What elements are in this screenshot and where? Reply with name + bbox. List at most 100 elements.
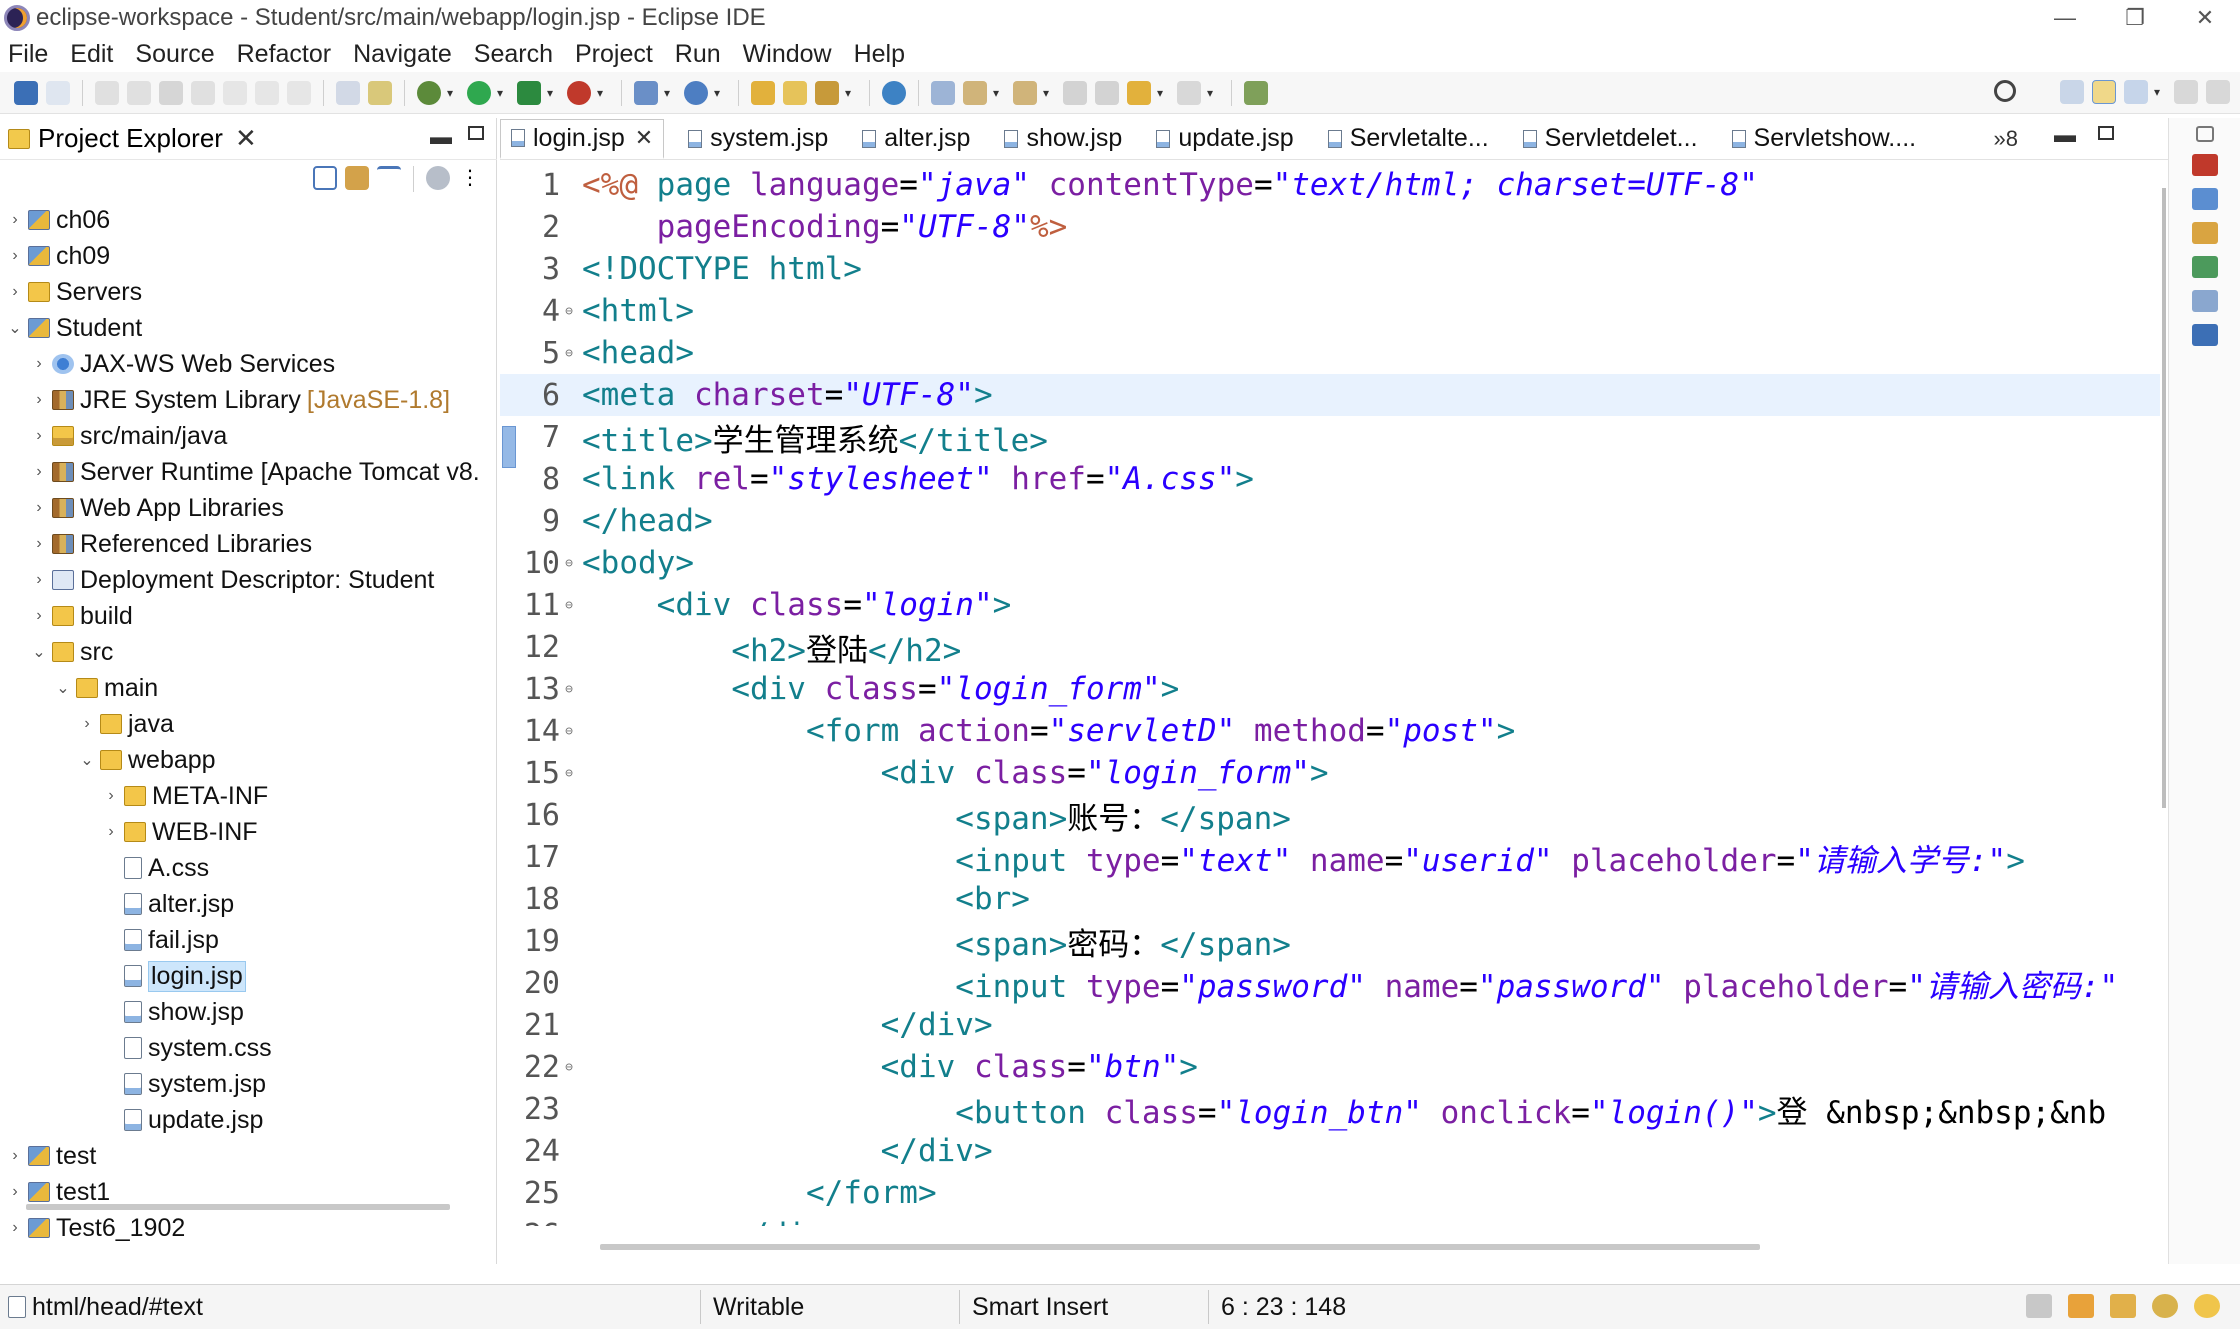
step-return-icon[interactable] [287,80,311,105]
browser-globe-icon[interactable] [882,80,906,105]
view-menu-icon[interactable]: ⋮ [458,166,482,190]
tree-item[interactable]: › Referenced Libraries [0,526,497,562]
minimize-editor-icon[interactable]: ▬ [2054,122,2076,148]
editor-tab[interactable]: login.jsp ✕ [500,118,665,159]
suspend-icon[interactable] [127,80,151,105]
editor-tab[interactable]: Servletdelet... [1513,119,1708,159]
tree-item[interactable]: › JAX-WS Web Services [0,346,497,382]
java-perspective-icon[interactable] [2124,80,2148,104]
tree-item[interactable]: update.jsp [0,1102,497,1138]
chevron-right-icon[interactable]: › [102,823,120,841]
palette-icon[interactable] [2191,222,2218,244]
tree-item[interactable]: › test [0,1138,497,1174]
fold-toggle-icon[interactable]: ⊖ [560,346,578,361]
minimize-view-icon[interactable]: ▬ [430,124,452,150]
fold-toggle-icon[interactable]: ⊖ [560,598,578,613]
new-server-dropdown-chevron-icon[interactable]: ▾ [662,81,672,105]
back-dropdown-chevron-icon[interactable]: ▾ [1155,81,1165,105]
fold-toggle-icon[interactable]: ⊖ [560,766,578,781]
code-line[interactable]: 17 <input type="text" name="userid" plac… [500,836,2160,879]
code-line[interactable]: 20 <input type="password" name="password… [500,962,2160,1005]
last-edit-location-icon[interactable] [1063,80,1087,105]
maximize-view-icon[interactable] [468,126,484,140]
chevron-right-icon[interactable]: › [6,1219,24,1237]
code-editor[interactable]: 1 <%@ page language="java" contentType="t… [500,164,2160,1226]
editor-horizontal-scrollbar[interactable] [600,1244,1760,1250]
focus-task-icon[interactable] [426,166,450,190]
progress-icon[interactable] [2152,1294,2178,1318]
code-line[interactable]: 5 ⊖ <head> [500,332,2160,374]
tree-item[interactable]: system.jsp [0,1066,497,1102]
tree-item[interactable]: login.jsp [0,958,497,994]
fold-toggle-icon[interactable]: ⊖ [560,1060,578,1075]
menu-project[interactable]: Project [575,40,653,69]
tree-item[interactable]: ⌄ src [0,634,497,670]
code-line[interactable]: 13 ⊖ <div class="login_form"> [500,668,2160,710]
code-line[interactable]: 1 <%@ page language="java" contentType="t… [500,164,2160,206]
notifications-icon[interactable] [2026,1294,2052,1318]
fold-toggle-icon[interactable]: ⊖ [560,724,578,739]
tree-item[interactable]: A.css [0,850,497,886]
code-line[interactable]: 9 </head> [500,500,2160,542]
tree-item[interactable]: › Deployment Descriptor: Student [0,562,497,598]
explorer-horizontal-scrollbar[interactable] [26,1204,450,1210]
menu-navigate[interactable]: Navigate [353,40,452,69]
editor-tab[interactable]: Servletshow.... [1722,119,1927,159]
code-line[interactable]: 24 </div> [500,1130,2160,1172]
tree-item[interactable]: ⌄ Student [0,310,497,346]
next-annotation-dropdown-chevron-icon[interactable]: ▾ [991,81,1001,105]
console-icon[interactable] [2191,324,2218,346]
menu-window[interactable]: Window [743,40,832,69]
step-into-icon[interactable] [223,80,247,105]
code-line[interactable]: 15 ⊖ <div class="login_form"> [500,752,2160,794]
chevron-down-icon[interactable]: ⌄ [54,678,72,698]
code-line[interactable]: 10 ⊖ <body> [500,542,2160,584]
new-web-service-icon[interactable] [684,80,708,105]
step-over-icon[interactable] [255,80,279,105]
next-edit-location-icon[interactable] [1095,80,1119,105]
restore-button[interactable]: ❐ [2100,0,2170,36]
tree-item[interactable]: ⌄ webapp [0,742,497,778]
open-perspective-icon[interactable] [2060,80,2084,104]
forward-arrow-icon[interactable] [1177,80,1201,105]
tab-overflow-button[interactable]: »8 [1994,126,2018,152]
editor-tab[interactable]: update.jsp [1146,119,1303,159]
debug-perspective-icon[interactable] [2174,80,2198,104]
tree-item[interactable]: › java [0,706,497,742]
tree-item[interactable]: › ch09 [0,238,497,274]
menu-edit[interactable]: Edit [70,40,113,69]
perspective-dropdown-chevron-icon[interactable]: ▾ [2152,80,2162,104]
menu-search[interactable]: Search [474,40,553,69]
search-icon[interactable] [1994,80,2016,102]
menu-help[interactable]: Help [854,40,905,69]
chevron-right-icon[interactable]: › [102,787,120,805]
forward-dropdown-chevron-icon[interactable]: ▾ [1205,81,1215,105]
search-pencil-icon[interactable] [815,80,839,105]
jee-perspective-icon[interactable] [2092,80,2116,104]
fold-toggle-icon[interactable]: ⊖ [560,304,578,319]
tree-item[interactable]: › Server Runtime [Apache Tomcat v8. [0,454,497,490]
code-line[interactable]: 8 <link rel="stylesheet" href="A.css"> [500,458,2160,500]
git-perspective-icon[interactable] [2206,80,2230,104]
editor-tab[interactable]: Servletalte... [1318,119,1499,159]
link-with-editor-icon[interactable] [345,166,369,190]
tree-item[interactable]: › WEB-INF [0,814,497,850]
run-dropdown-chevron-icon[interactable]: ▾ [495,81,505,105]
search-dropdown-chevron-icon[interactable]: ▾ [843,81,853,105]
book-icon[interactable] [2068,1294,2094,1318]
close-icon[interactable]: ✕ [635,125,653,151]
chevron-right-icon[interactable]: › [78,715,96,733]
chevron-right-icon[interactable]: › [30,571,48,589]
external-tools-icon[interactable] [567,80,591,105]
code-line[interactable]: 11 ⊖ <div class="login"> [500,584,2160,626]
menu-run[interactable]: Run [675,40,721,69]
snippets-icon[interactable] [2191,256,2218,278]
terminate-icon[interactable] [159,80,183,105]
chevron-right-icon[interactable]: › [6,247,24,265]
code-line[interactable]: 22 ⊖ <div class="btn"> [500,1046,2160,1088]
tips-icon[interactable] [2110,1294,2136,1318]
project-explorer-tab[interactable]: Project Explorer ✕ [0,118,497,160]
chevron-right-icon[interactable]: › [6,1147,24,1165]
tree-item[interactable]: › Servers [0,274,497,310]
code-line[interactable]: 14 ⊖ <form action="servletD" method="post… [500,710,2160,752]
